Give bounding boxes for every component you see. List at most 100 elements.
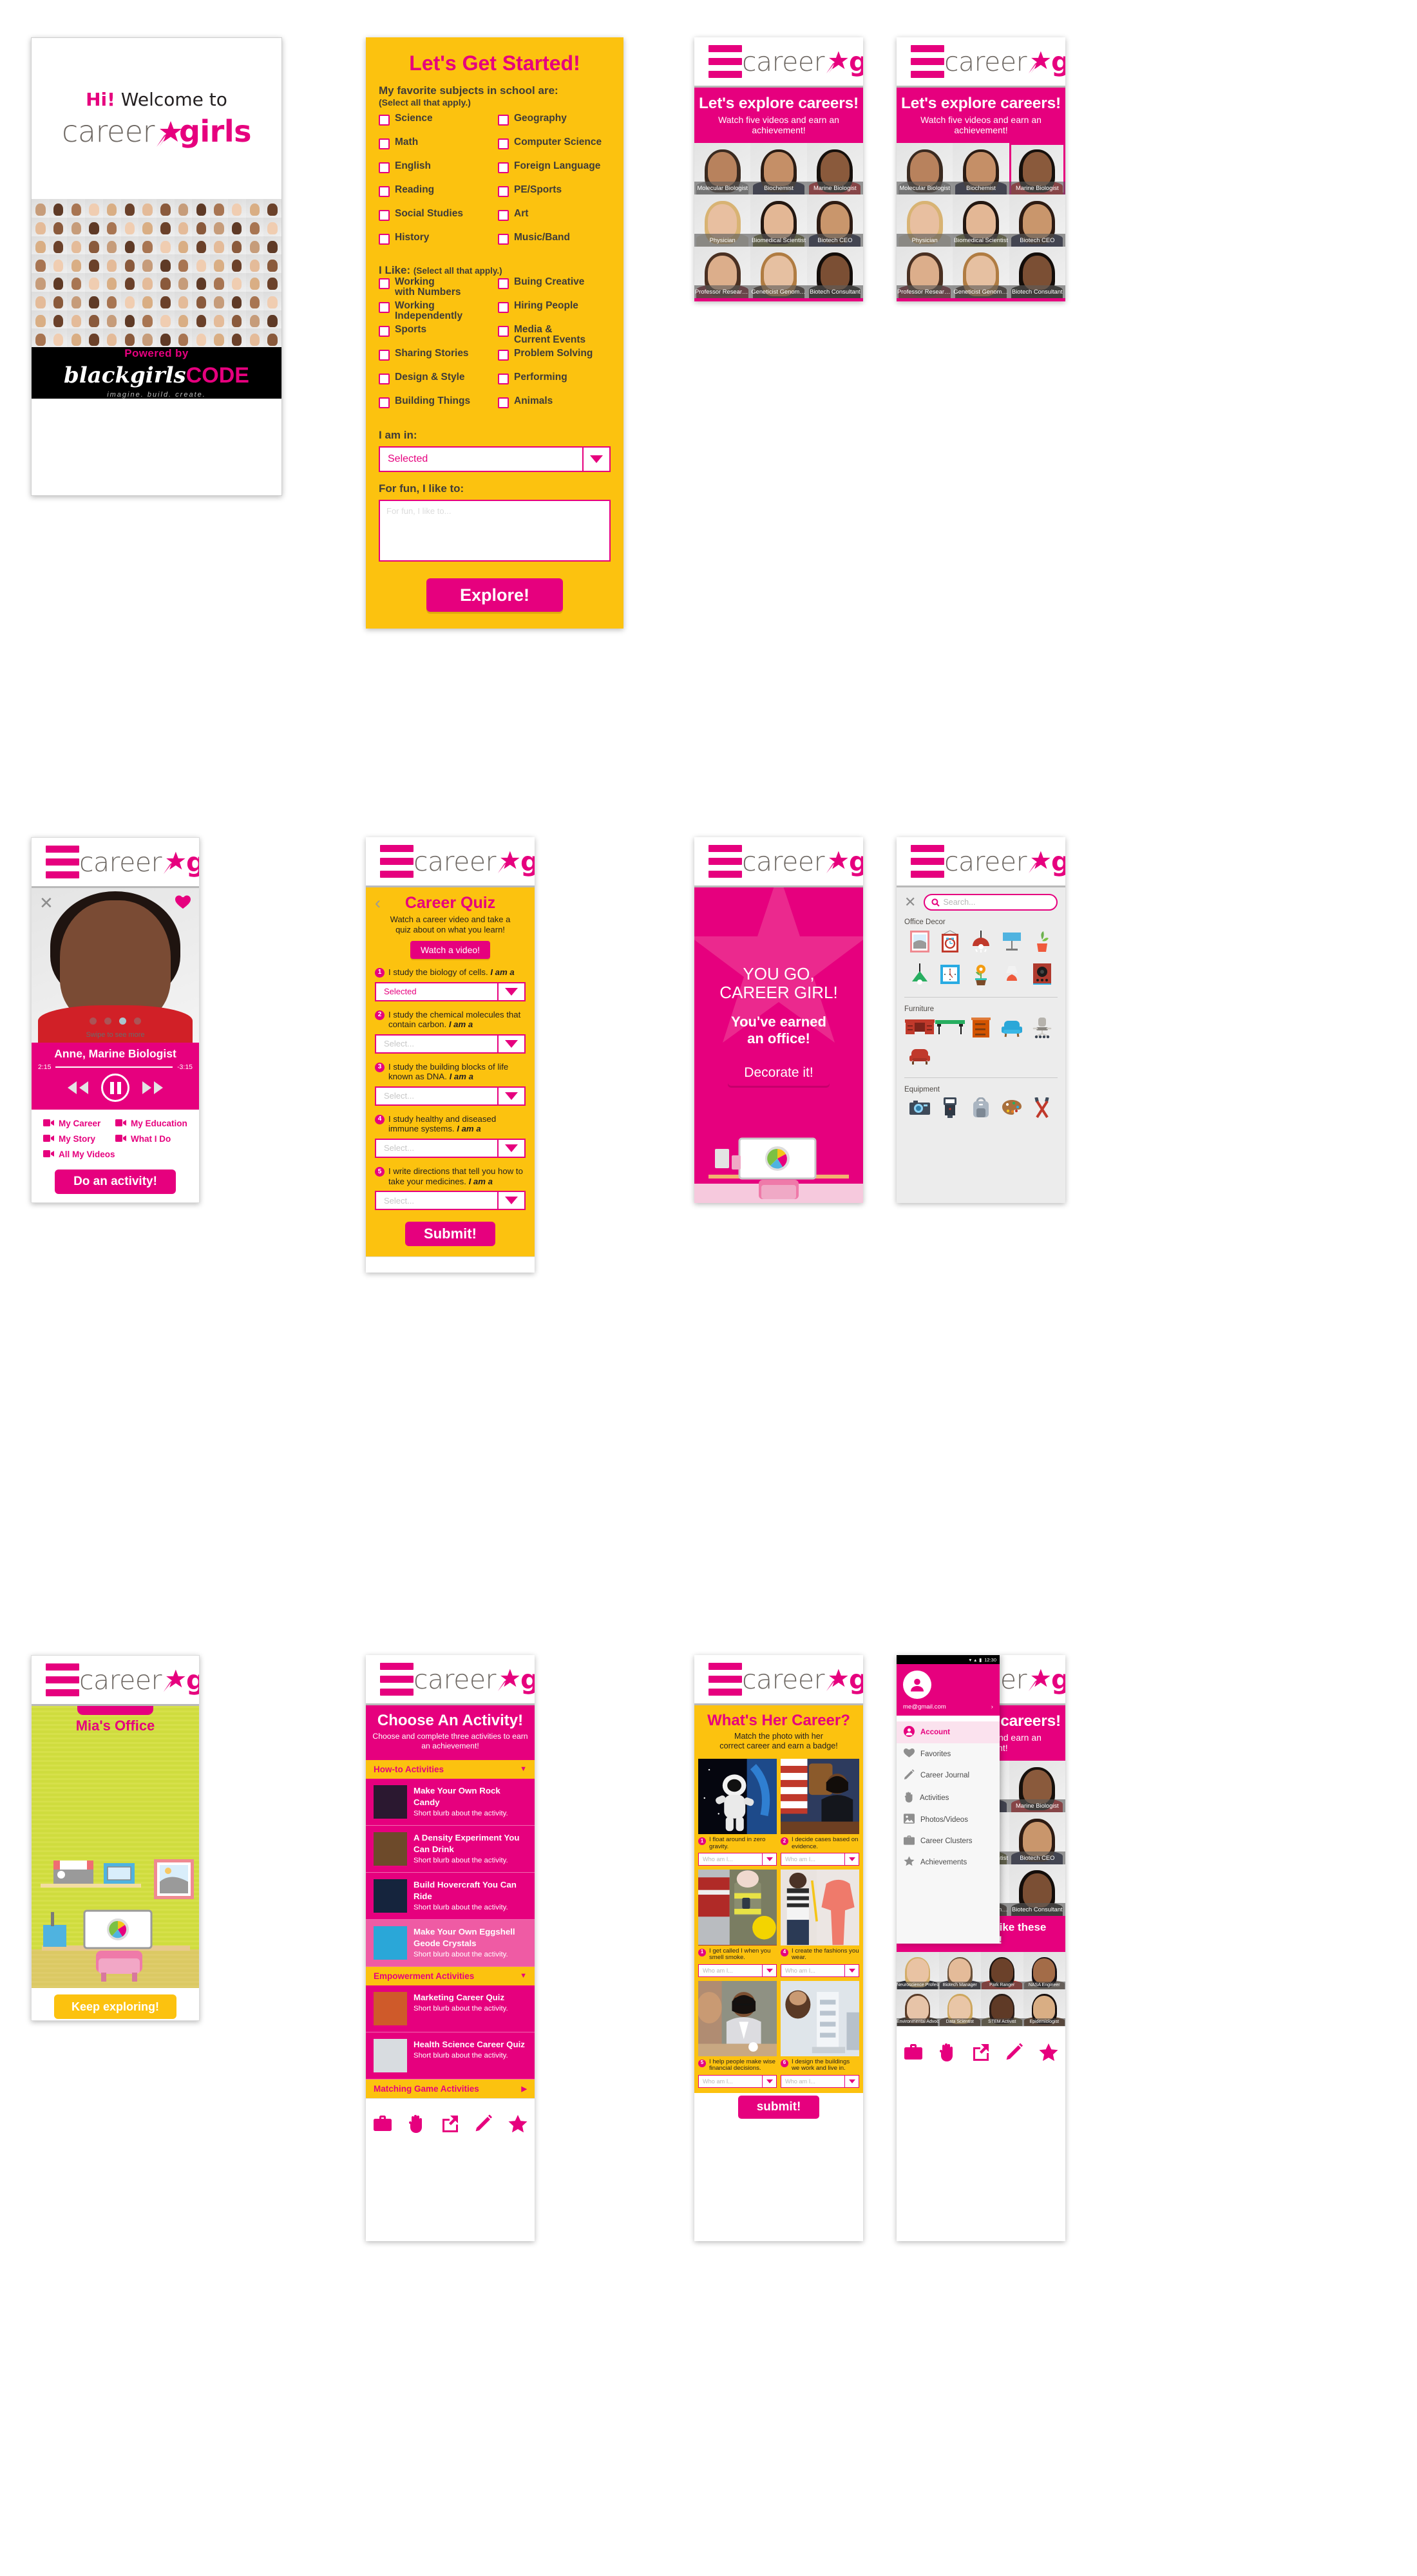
briefcase-icon[interactable] bbox=[899, 2038, 927, 2066]
checkbox[interactable] bbox=[498, 397, 509, 408]
checkbox[interactable] bbox=[498, 234, 509, 245]
drawer-item-photos-videos[interactable]: Photos/Videos bbox=[897, 1809, 1000, 1830]
green-pendant-lamp-icon[interactable] bbox=[909, 963, 930, 989]
subject-option-0[interactable]: Science bbox=[379, 113, 491, 135]
backpack-icon[interactable] bbox=[973, 1097, 989, 1121]
matching-select[interactable]: Who am I... bbox=[698, 1964, 777, 1977]
career-card[interactable]: Biotech Manager bbox=[938, 1952, 981, 1989]
checkbox[interactable] bbox=[379, 115, 390, 126]
career-card[interactable]: Biotech Consultant bbox=[1009, 246, 1065, 299]
like-option-0[interactable]: Buing Creative bbox=[498, 276, 611, 298]
answer-select[interactable]: Select... bbox=[375, 1086, 526, 1106]
like-option-2[interactable]: Media & Current Events bbox=[498, 324, 611, 346]
answer-select[interactable]: Select... bbox=[375, 1138, 526, 1158]
checkbox[interactable] bbox=[498, 115, 509, 126]
career-card[interactable]: Marine Biologist bbox=[806, 143, 863, 195]
career-card[interactable]: Molecular Biologist bbox=[897, 143, 953, 195]
framed-clock-icon[interactable] bbox=[940, 930, 960, 956]
like-option-3[interactable]: Problem Solving bbox=[498, 348, 611, 370]
camera-icon[interactable] bbox=[909, 1100, 930, 1119]
checkbox[interactable] bbox=[498, 186, 509, 197]
like-option-4[interactable]: Design & Style bbox=[379, 372, 491, 393]
video-link-4[interactable]: All My Videos bbox=[43, 1150, 115, 1159]
career-card[interactable]: Park Ranger bbox=[981, 1952, 1023, 1989]
checkbox[interactable] bbox=[498, 326, 509, 337]
star-icon[interactable] bbox=[504, 1268, 532, 1273]
decorate-button[interactable]: Decorate it! bbox=[728, 1060, 830, 1086]
activity-row[interactable]: Build Hovercraft You Can Ride Short blurb… bbox=[366, 1872, 535, 1920]
subject-option-1[interactable]: Computer Science bbox=[498, 137, 611, 158]
drawer-item-activities[interactable]: Activities bbox=[897, 1786, 1000, 1809]
briefcase-icon[interactable] bbox=[368, 2109, 397, 2137]
drawer-item-account[interactable]: Account bbox=[897, 1721, 1000, 1743]
activity-row[interactable]: Health Science Career Quiz Short blurb ab… bbox=[366, 2032, 535, 2079]
career-card[interactable]: Marine Biologist bbox=[1009, 143, 1065, 195]
matching-select[interactable]: Who am I... bbox=[781, 1964, 859, 1977]
subject-option-2[interactable]: Foreign Language bbox=[498, 160, 611, 182]
career-card[interactable]: Neuroscience Professor bbox=[897, 1952, 939, 1989]
menu-icon[interactable] bbox=[911, 45, 944, 78]
like-option-4[interactable]: Performing bbox=[498, 372, 611, 393]
blue-desk-lamp-icon[interactable] bbox=[1002, 931, 1022, 955]
briefcase-icon[interactable] bbox=[368, 1268, 397, 1273]
menu-icon[interactable] bbox=[46, 846, 79, 878]
pencil-icon[interactable] bbox=[470, 2109, 498, 2137]
star-icon[interactable] bbox=[504, 2109, 532, 2137]
checkbox[interactable] bbox=[379, 397, 390, 408]
matching-select[interactable]: Who am I... bbox=[698, 1853, 777, 1866]
keep-exploring-button[interactable]: Keep exploring! bbox=[54, 1994, 176, 2019]
matching-submit-button[interactable]: submit! bbox=[738, 2095, 819, 2119]
rewind-button[interactable] bbox=[65, 1080, 91, 1095]
quiz-submit-button[interactable]: Submit! bbox=[405, 1222, 495, 1247]
answer-select[interactable]: Selected bbox=[375, 981, 526, 1001]
drawer-item-achievements[interactable]: Achievements bbox=[897, 1852, 1000, 1873]
matching-select[interactable]: Who am I... bbox=[781, 1853, 859, 1866]
share-icon[interactable] bbox=[967, 2038, 995, 2066]
career-card[interactable]: Biotech Consultant bbox=[806, 246, 863, 299]
career-card[interactable]: Biochemist bbox=[953, 143, 1009, 195]
search-input[interactable]: Search... bbox=[924, 894, 1058, 911]
activity-row[interactable]: Make Your Own Rock Candy Short blurb abou… bbox=[366, 1778, 535, 1826]
like-option-1[interactable]: Hiring People bbox=[498, 300, 611, 322]
paint-palette-icon[interactable] bbox=[1002, 1099, 1022, 1119]
career-card[interactable]: Epidemiologist bbox=[1023, 1989, 1065, 2027]
career-card[interactable]: Geneticist Genomicist bbox=[953, 246, 1009, 299]
like-option-3[interactable]: Sharing Stories bbox=[379, 348, 491, 370]
watch-video-button[interactable]: Watch a video! bbox=[410, 940, 490, 959]
office-chair-icon[interactable] bbox=[1031, 1017, 1053, 1042]
subject-option-3[interactable]: PE/Sports bbox=[498, 184, 611, 206]
checkbox[interactable] bbox=[379, 302, 390, 313]
flash-icon[interactable] bbox=[943, 1097, 957, 1121]
subject-option-5[interactable]: Music/Band bbox=[498, 232, 611, 254]
like-option-0[interactable]: Working with Numbers bbox=[379, 276, 491, 298]
fast-forward-button[interactable] bbox=[140, 1080, 166, 1095]
career-card[interactable]: Biotech CEO bbox=[1009, 194, 1065, 247]
menu-icon[interactable] bbox=[380, 845, 414, 878]
green-shelf-desk-icon[interactable] bbox=[935, 1020, 965, 1039]
activity-group-header[interactable]: Matching Game Activities ▶ bbox=[366, 2079, 535, 2098]
career-card[interactable]: NASA Engineer bbox=[1023, 1952, 1065, 1989]
progress-bar[interactable] bbox=[55, 1066, 173, 1068]
orange-vase-plant-icon[interactable] bbox=[1034, 931, 1051, 956]
hand-icon[interactable] bbox=[933, 2038, 962, 2066]
checkbox[interactable] bbox=[498, 374, 509, 384]
activity-row[interactable]: Make Your Own Eggshell Geode Crystals Sho… bbox=[366, 1919, 535, 1967]
matching-select[interactable]: Who am I... bbox=[698, 2074, 777, 2088]
hand-icon[interactable] bbox=[403, 1268, 431, 1273]
career-card[interactable]: Molecular Biologist bbox=[694, 143, 751, 195]
career-card[interactable]: Professor Researcher bbox=[897, 246, 953, 299]
checkbox[interactable] bbox=[498, 162, 509, 173]
video-link-1[interactable]: My Education bbox=[115, 1119, 187, 1128]
red-desk-icon[interactable] bbox=[904, 1019, 935, 1039]
do-activity-button[interactable]: Do an activity! bbox=[55, 1170, 176, 1194]
pencil-icon[interactable] bbox=[1000, 2038, 1029, 2066]
forfun-textarea[interactable]: For fun, I like to... bbox=[379, 500, 611, 562]
red-sofa-chair-icon[interactable] bbox=[909, 1048, 931, 1070]
drawer-item-favorites[interactable]: Favorites bbox=[897, 1743, 1000, 1765]
video-link-2[interactable]: My Story bbox=[43, 1134, 115, 1144]
checkbox[interactable] bbox=[498, 210, 509, 221]
subject-option-1[interactable]: Math bbox=[379, 137, 491, 158]
grade-select[interactable]: Selected bbox=[379, 446, 611, 472]
drawer-item-career-clusters[interactable]: Career Clusters bbox=[897, 1830, 1000, 1852]
orange-flower-pot-icon[interactable] bbox=[972, 963, 990, 989]
